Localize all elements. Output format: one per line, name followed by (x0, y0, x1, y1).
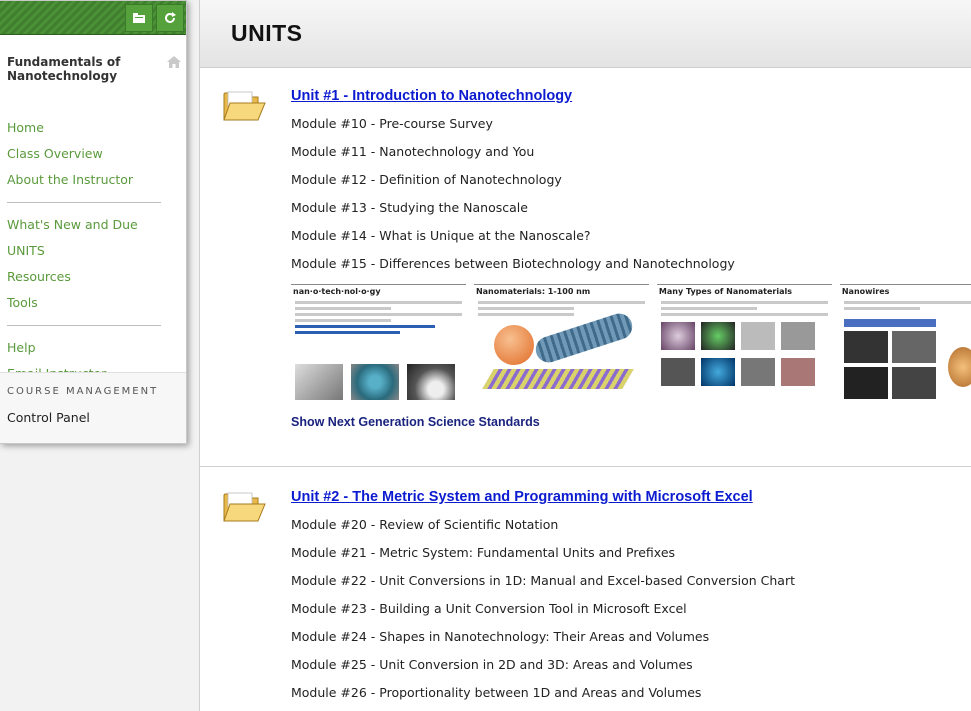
slide-thumbnails: nan·o·tech·nol·o·gy Nanomaterials: 1-100… (291, 284, 971, 404)
slide-thumbnail: Nanomaterials: 1-100 nm (473, 284, 649, 404)
content-area: UNITS Unit #1 - Introduction to Nanotech… (199, 0, 971, 711)
menu-item-class-overview[interactable]: Class Overview (7, 141, 179, 167)
course-menu-toolbar (0, 1, 186, 35)
open-folder-icon (223, 91, 266, 121)
slide-thumbnail: nan·o·tech·nol·o·gy (291, 284, 466, 404)
unit-item: Unit #2 - The Metric System and Programm… (200, 483, 971, 707)
menu-divider (7, 325, 161, 326)
unit-title-link[interactable]: Unit #2 - The Metric System and Programm… (291, 483, 971, 511)
module-item[interactable]: Module #22 - Unit Conversions in 1D: Man… (291, 567, 971, 595)
menu-item-about-instructor[interactable]: About the Instructor (7, 167, 179, 193)
module-item[interactable]: Module #14 - What is Unique at the Nanos… (291, 222, 971, 250)
slide-thumbnail-title: nan·o·tech·nol·o·gy (293, 287, 381, 296)
folder-view-button[interactable] (125, 4, 153, 32)
menu-divider (7, 202, 161, 203)
unit-item: Unit #1 - Introduction to Nanotechnology… (200, 0, 971, 467)
module-item[interactable]: Module #21 - Metric System: Fundamental … (291, 539, 971, 567)
slide-thumbnail-title: Nanowires (841, 287, 890, 296)
folder-icon (133, 13, 145, 23)
course-title[interactable]: Fundamentals of Nanotechnology (7, 55, 147, 83)
home-icon[interactable] (166, 55, 182, 69)
course-management-heading: COURSE MANAGEMENT (7, 386, 159, 397)
unit-title-link[interactable]: Unit #1 - Introduction to Nanotechnology (291, 82, 971, 110)
module-item[interactable]: Module #25 - Unit Conversion in 2D and 3… (291, 651, 971, 679)
module-item[interactable]: Module #20 - Review of Scientific Notati… (291, 511, 971, 539)
slide-thumbnail-title: Many Types of Nanomaterials (658, 287, 793, 296)
slide-thumbnail-title: Nanomaterials: 1-100 nm (475, 287, 591, 296)
slide-thumbnail: Nanowires (839, 284, 971, 404)
show-ngss-link[interactable]: Show Next Generation Science Standards (291, 415, 971, 429)
module-item[interactable]: Module #23 - Building a Unit Conversion … (291, 595, 971, 623)
menu-item-whats-new[interactable]: What's New and Due (7, 212, 179, 238)
refresh-button[interactable] (156, 4, 184, 32)
control-panel-link[interactable]: Control Panel (7, 410, 179, 425)
module-item[interactable]: Module #15 - Differences between Biotech… (291, 250, 971, 278)
slide-thumbnail: Many Types of Nanomaterials (656, 284, 832, 404)
module-item[interactable]: Module #24 - Shapes in Nanotechnology: T… (291, 623, 971, 651)
course-management-section: COURSE MANAGEMENT Control Panel (0, 372, 186, 443)
menu-item-tools[interactable]: Tools (7, 290, 179, 316)
menu-item-units[interactable]: UNITS (7, 238, 179, 264)
module-item[interactable]: Module #11 - Nanotechnology and You (291, 138, 971, 166)
menu-group-main: Home Class Overview About the Instructor… (0, 115, 186, 387)
menu-item-resources[interactable]: Resources (7, 264, 179, 290)
module-item[interactable]: Module #13 - Studying the Nanoscale (291, 194, 971, 222)
module-item[interactable]: Module #26 - Proportionality between 1D … (291, 679, 971, 707)
refresh-icon (165, 12, 176, 23)
module-item[interactable]: Module #10 - Pre-course Survey (291, 110, 971, 138)
course-menu: Fundamentals of Nanotechnology Home Clas… (0, 0, 187, 444)
module-item[interactable]: Module #12 - Definition of Nanotechnolog… (291, 166, 971, 194)
menu-item-help[interactable]: Help (7, 335, 179, 361)
open-folder-icon (223, 492, 266, 522)
